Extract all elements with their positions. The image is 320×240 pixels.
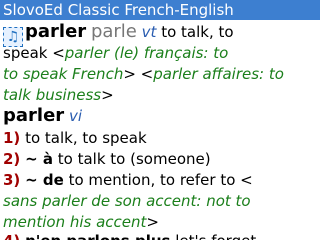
sense-number: 4)	[3, 232, 20, 240]
sense-text: let's forget	[175, 232, 256, 240]
sense-number: 2)	[3, 150, 21, 168]
headword: parler	[25, 21, 87, 42]
part-of-speech: vi	[68, 107, 82, 125]
example-translation: mention his accent	[3, 213, 147, 231]
sense-3-example-cont: mention his accent>	[3, 213, 159, 232]
headword-variant: parle	[90, 21, 137, 42]
bracket: >	[146, 213, 159, 231]
entry1-line3: to speak French> <parler affaires: to	[3, 65, 284, 84]
entry1-line2: speak <parler (le) français: to	[3, 44, 228, 63]
sense-phrase: n'en parlons plus	[25, 232, 170, 240]
sense-number: 1)	[3, 129, 21, 147]
sense-3: 3) ~ de to mention, to refer to <	[3, 171, 253, 190]
sense-text: to talk to (someone)	[57, 150, 211, 168]
entry2-header: parler vi	[3, 106, 82, 126]
sense-1: 1) to talk, to speak	[3, 129, 147, 148]
example: parler affaires: to	[153, 65, 284, 83]
app-title: SlovoEd Classic French-English	[3, 1, 234, 19]
gloss: to talk, to	[161, 23, 234, 41]
sense-text: to mention, to refer to <	[68, 171, 253, 189]
sense-phrase: ~ à	[25, 150, 53, 168]
headword: parler	[3, 105, 65, 126]
example: sans parler de son accent: not to	[3, 192, 251, 210]
sense-2: 2) ~ à to talk to (someone)	[3, 150, 211, 169]
sense-number: 3)	[3, 171, 21, 189]
part-of-speech: vt	[141, 23, 157, 41]
entry1-line4: talk business>	[3, 86, 114, 105]
dictionary-article[interactable]: ♫ parler parle vt to talk, to speak <parl…	[0, 20, 320, 240]
gloss-cont: speak <	[3, 44, 65, 62]
example-translation: to speak French	[3, 65, 124, 83]
example: parler (le) français: to	[64, 44, 229, 62]
sense-4: 4) n'en parlons plus let's forget	[3, 232, 256, 240]
sense-phrase: ~ de	[25, 171, 64, 189]
bracket: > <	[123, 65, 154, 83]
app-title-bar: SlovoEd Classic French-English	[0, 0, 320, 20]
bracket: >	[101, 86, 114, 104]
sense-text: to talk, to speak	[25, 129, 147, 147]
example-translation: talk business	[3, 86, 102, 104]
sense-3-example: sans parler de son accent: not to	[3, 192, 251, 211]
